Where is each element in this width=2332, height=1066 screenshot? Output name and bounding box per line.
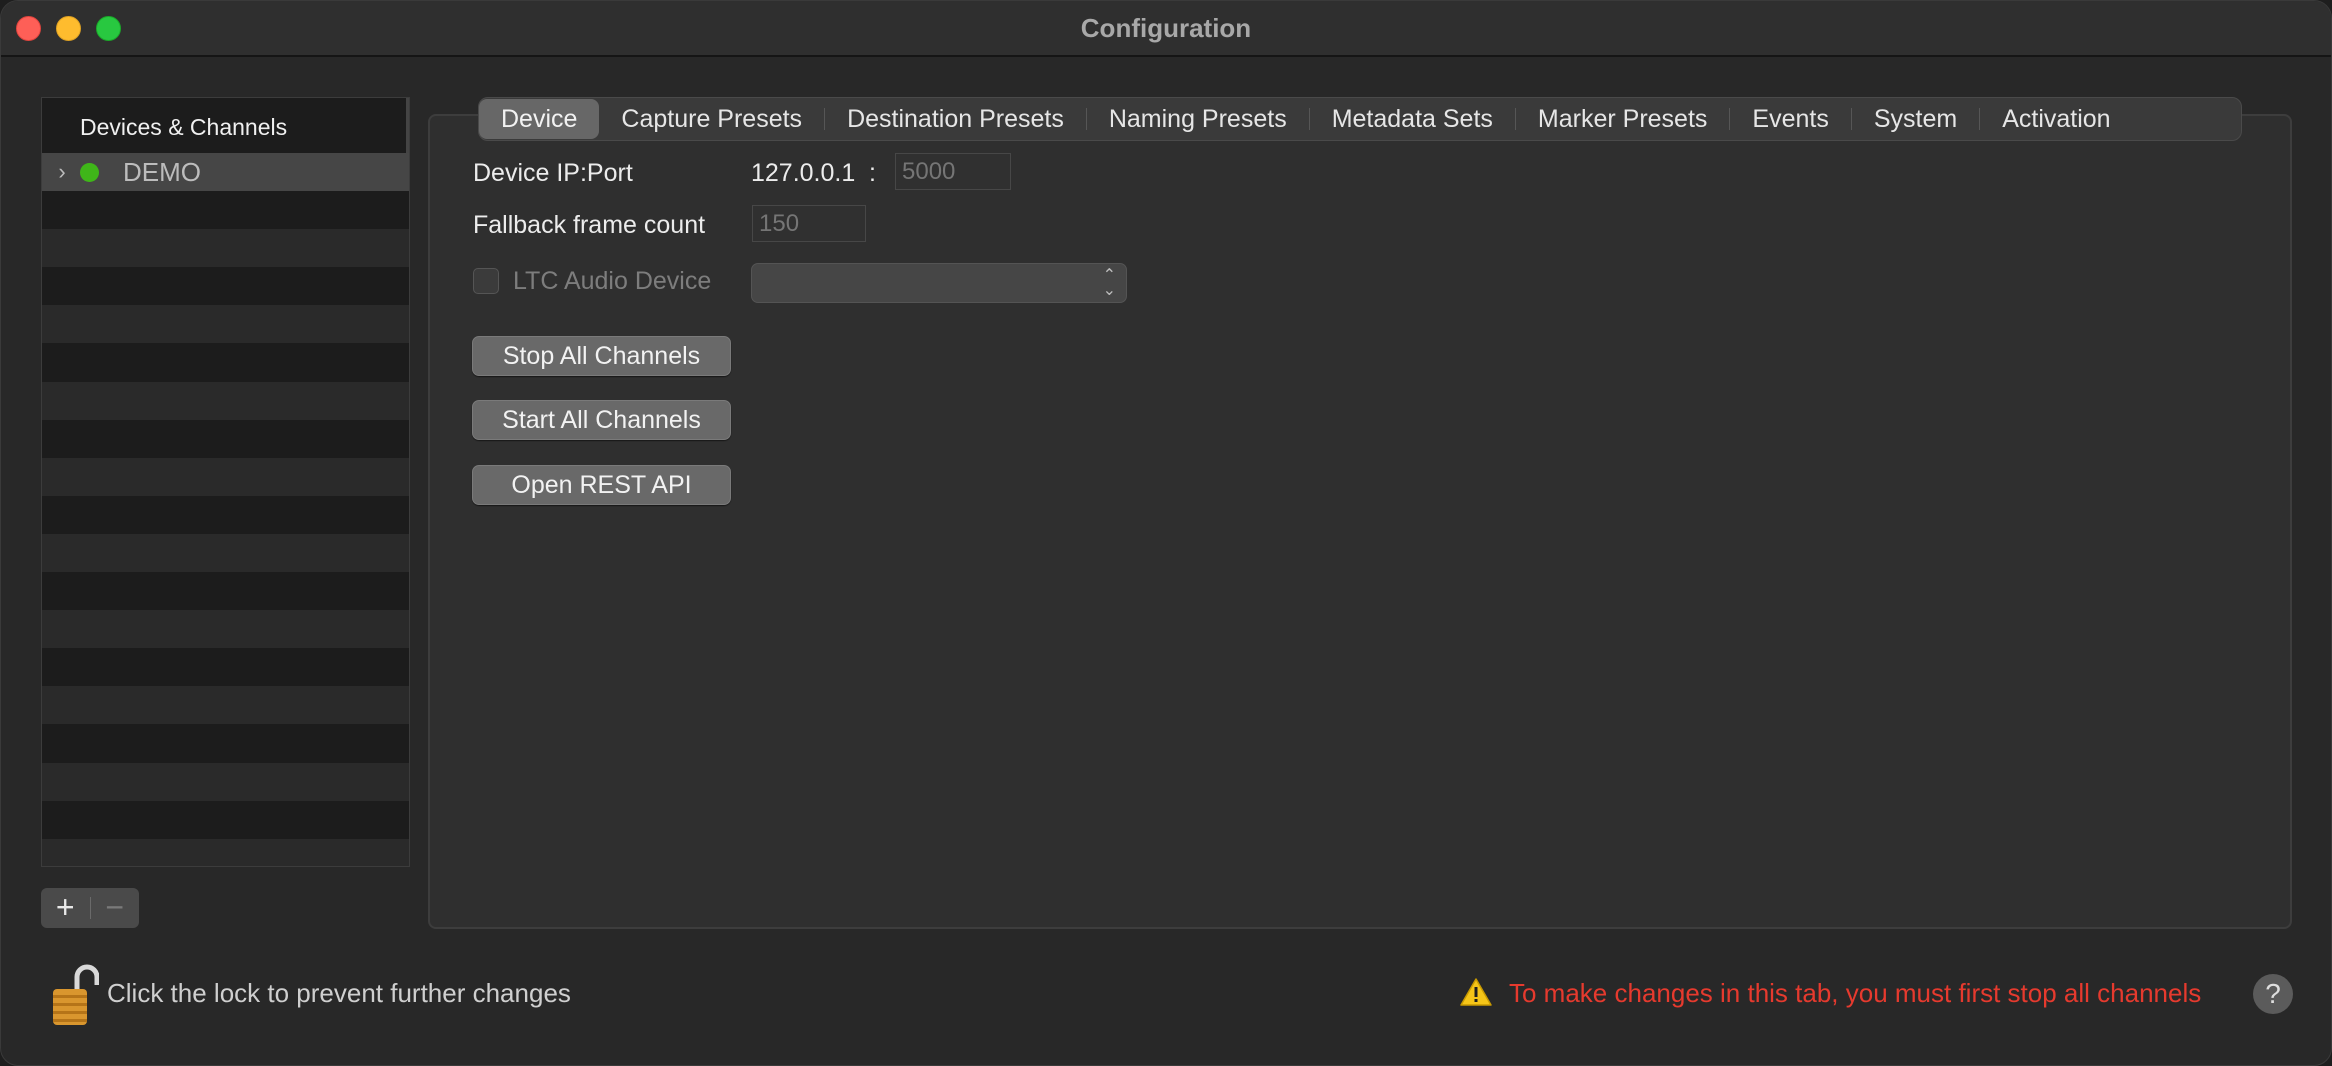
list-item <box>42 533 409 573</box>
tab-destination-presets[interactable]: Destination Presets <box>825 99 1086 139</box>
list-item <box>42 724 409 763</box>
devices-sidebar: Devices & Channels › DEMO <box>41 97 410 867</box>
lock-open-icon[interactable] <box>51 961 99 1027</box>
sidebar-header: Devices & Channels <box>42 98 409 153</box>
list-item <box>42 495 409 534</box>
status-dot-icon <box>80 163 99 182</box>
chevron-updown-icon: ⌃ ⌄ <box>1102 267 1116 299</box>
tab-marker-presets[interactable]: Marker Presets <box>1516 99 1729 139</box>
window-title: Configuration <box>1080 13 1252 43</box>
warning-icon <box>1460 978 1492 1006</box>
fallback-frame-count-input[interactable] <box>752 205 866 242</box>
list-item <box>42 191 409 230</box>
remove-device-button[interactable]: − <box>90 888 139 928</box>
list-item <box>42 572 409 611</box>
list-item <box>42 762 409 801</box>
device-row-demo[interactable]: › DEMO <box>42 153 409 192</box>
lock-hint-text: Click the lock to prevent further change… <box>107 978 571 1008</box>
add-device-button[interactable]: + <box>41 888 90 928</box>
list-item <box>42 648 409 687</box>
ltc-audio-device-select[interactable]: ⌃ ⌄ <box>751 263 1127 303</box>
list-item <box>42 610 409 649</box>
configuration-window: Configuration Devices & Channels › DEMO <box>0 0 2332 1066</box>
list-item <box>42 381 409 420</box>
tab-capture-presets[interactable]: Capture Presets <box>599 99 824 139</box>
list-item <box>42 838 409 866</box>
start-all-channels-button[interactable]: Start All Channels <box>472 400 731 440</box>
tab-content-panel <box>428 114 2292 929</box>
ip-port-separator: : <box>869 159 876 187</box>
tab-system[interactable]: System <box>1852 99 1979 139</box>
list-item <box>42 343 409 382</box>
tab-activation[interactable]: Activation <box>1980 99 2132 139</box>
fallback-frame-count-label: Fallback frame count <box>473 211 706 239</box>
list-item <box>42 229 409 268</box>
ltc-audio-checkbox[interactable] <box>473 268 499 294</box>
list-item <box>42 267 409 306</box>
title-bar: Configuration <box>1 1 2331 57</box>
add-remove-control: + − <box>41 888 139 928</box>
open-rest-api-button[interactable]: Open REST API <box>472 465 731 505</box>
device-ip-value: 127.0.0.1 <box>751 159 856 187</box>
tab-device[interactable]: Device <box>479 99 600 139</box>
stop-all-channels-button[interactable]: Stop All Channels <box>472 336 731 376</box>
tab-bar: Device Capture Presets Destination Prese… <box>478 97 2242 141</box>
tab-metadata-sets[interactable]: Metadata Sets <box>1310 99 1515 139</box>
list-item <box>42 686 409 725</box>
help-icon[interactable]: ? <box>2253 974 2293 1014</box>
device-list: › DEMO <box>42 153 409 866</box>
stop-channels-warning: To make changes in this tab, you must fi… <box>1509 978 2202 1008</box>
list-item <box>42 305 409 344</box>
chevron-right-icon[interactable]: › <box>52 153 72 191</box>
list-item <box>42 457 409 496</box>
tab-events[interactable]: Events <box>1730 99 1850 139</box>
list-item <box>42 419 409 458</box>
device-name: DEMO <box>123 157 201 187</box>
port-input[interactable] <box>895 153 1011 190</box>
list-item <box>42 800 409 839</box>
tab-naming-presets[interactable]: Naming Presets <box>1087 99 1309 139</box>
ltc-audio-device-label: LTC Audio Device <box>513 267 712 295</box>
device-ip-port-label: Device IP:Port <box>473 159 633 187</box>
